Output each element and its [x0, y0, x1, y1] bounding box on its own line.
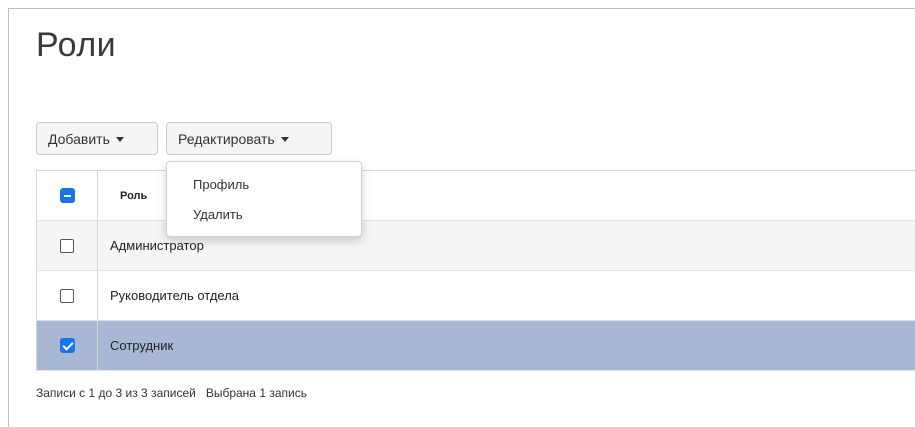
edit-dropdown-menu: Профиль Удалить: [166, 161, 362, 237]
row-check-cell: [36, 321, 98, 370]
table-row[interactable]: Руководитель отдела: [36, 271, 915, 321]
edit-button-label: Редактировать: [178, 130, 275, 147]
menu-item-profile[interactable]: Профиль: [167, 172, 361, 202]
select-all-cell: [36, 171, 98, 220]
table-row-selected[interactable]: Сотрудник: [36, 321, 915, 371]
edit-dropdown-button[interactable]: Редактировать: [166, 122, 332, 155]
records-info: Записи с 1 до 3 из 3 записей: [36, 386, 196, 400]
row-checkbox-checked[interactable]: [59, 338, 75, 353]
add-button-label: Добавить: [48, 130, 110, 147]
row-role-name: Руководитель отдела: [110, 288, 240, 303]
menu-item-delete[interactable]: Удалить: [167, 202, 361, 232]
caret-down-icon: [280, 136, 289, 142]
row-checkbox[interactable]: [60, 288, 74, 303]
toolbar: Добавить Редактировать: [36, 122, 332, 156]
row-check-cell: [36, 271, 98, 320]
row-check-cell: [36, 221, 98, 270]
page-title: Роли: [36, 26, 117, 64]
selection-info: Выбрана 1 запись: [205, 386, 307, 400]
row-checkbox[interactable]: [60, 238, 74, 253]
table-footer: Записи с 1 до 3 из 3 записей Выбрана 1 з…: [36, 386, 307, 400]
add-dropdown-button[interactable]: Добавить: [36, 122, 158, 155]
caret-down-icon: [115, 136, 124, 142]
row-role-name: Сотрудник: [110, 338, 174, 353]
select-all-checkbox[interactable]: [59, 188, 75, 203]
